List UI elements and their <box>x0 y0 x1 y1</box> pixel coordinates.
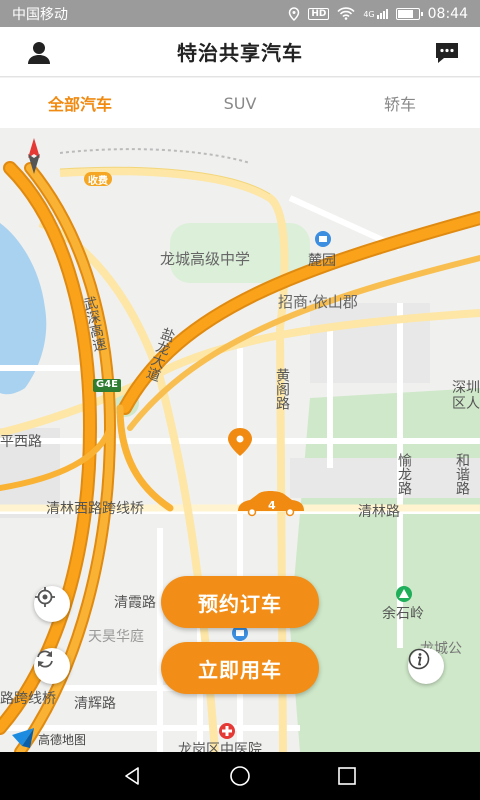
tab-label: SUV <box>223 93 257 113</box>
tab-sedan[interactable]: 轿车 <box>320 78 480 128</box>
clock: 08:44 <box>427 5 468 22</box>
qinglin-label: 清林路 <box>358 504 400 520</box>
recents-icon[interactable] <box>337 766 357 786</box>
app-bar: 特治共享汽车 <box>0 27 480 77</box>
qinghui-label: 清辉路 <box>74 696 116 712</box>
network-label: 4G <box>363 9 375 19</box>
car-marker-number: 4 <box>268 499 276 512</box>
tab-label: 轿车 <box>383 95 416 114</box>
hospital-label: 龙岗区中医院 <box>178 742 262 752</box>
g4e-label: G4E <box>96 379 118 390</box>
tianhao-label: 天昊华庭 <box>88 629 144 645</box>
poi-yushiling-icon <box>396 586 412 602</box>
carrier-label: 中国移动 <box>12 6 68 23</box>
tab-label: 全部汽车 <box>47 95 112 114</box>
school-label: 龙城高级中学 <box>160 250 251 268</box>
message-icon[interactable] <box>434 41 460 65</box>
category-tabs: 全部汽车 SUV 轿车 <box>0 78 480 128</box>
page-title: 特治共享汽车 <box>177 41 303 65</box>
system-nav-bar <box>0 752 480 800</box>
kuaxian-label: 路跨线桥 <box>0 691 56 707</box>
poi-luyuan-icon <box>315 231 331 247</box>
huangge-label: 黄阁路 <box>274 368 290 410</box>
hexie-label: 和谐路 <box>454 453 470 495</box>
refresh-icon <box>37 650 53 668</box>
rail-line <box>59 148 251 164</box>
use-car-now-button[interactable]: 立即用车 <box>161 642 319 694</box>
qinglin-bridge-label: 清林西路跨线桥 <box>46 501 144 517</box>
status-icons: HD 4G 08:44 <box>288 6 468 22</box>
user-icon[interactable] <box>26 40 52 66</box>
hospital-icon <box>219 723 235 739</box>
battery-icon <box>395 7 423 20</box>
refresh-button[interactable] <box>34 648 70 684</box>
back-icon[interactable] <box>123 766 143 786</box>
map-view[interactable]: 收费 龙城高级中学 麓园 招商·依山郡 武深高速 盐龙大道 G4E 黄阁路 深圳… <box>0 128 480 752</box>
pingxi-label: 平西路 <box>0 434 42 450</box>
qingxia-label: 清霞路 <box>114 595 156 611</box>
location-icon <box>289 6 300 21</box>
tab-all-cars[interactable]: 全部汽车 <box>0 78 160 128</box>
yulong-label: 愉龙路 <box>396 453 412 495</box>
amap-label: 高德地图 <box>38 733 87 747</box>
tab-suv[interactable]: SUV <box>160 78 320 128</box>
home-icon[interactable] <box>229 765 251 787</box>
locate-button[interactable] <box>34 586 70 622</box>
location-pin-icon[interactable] <box>228 428 252 456</box>
zhaoshang-label: 招商·依山郡 <box>278 293 358 311</box>
locate-icon <box>35 587 55 607</box>
info-icon <box>408 648 430 670</box>
reserve-car-button[interactable]: 预约订车 <box>161 576 319 628</box>
info-button[interactable] <box>408 648 444 684</box>
signal-icon: 4G <box>363 8 388 19</box>
toll-label: 收费 <box>88 176 108 187</box>
wifi-icon <box>337 7 355 20</box>
status-bar: 中国移动 HD 4G 08:44 <box>0 0 480 27</box>
luyuan-label: 麓园 <box>308 253 336 269</box>
shenzhen-label: 深圳区人 <box>452 380 480 412</box>
yushiling-label: 余石岭 <box>382 606 424 622</box>
hd-badge: HD <box>308 7 330 20</box>
